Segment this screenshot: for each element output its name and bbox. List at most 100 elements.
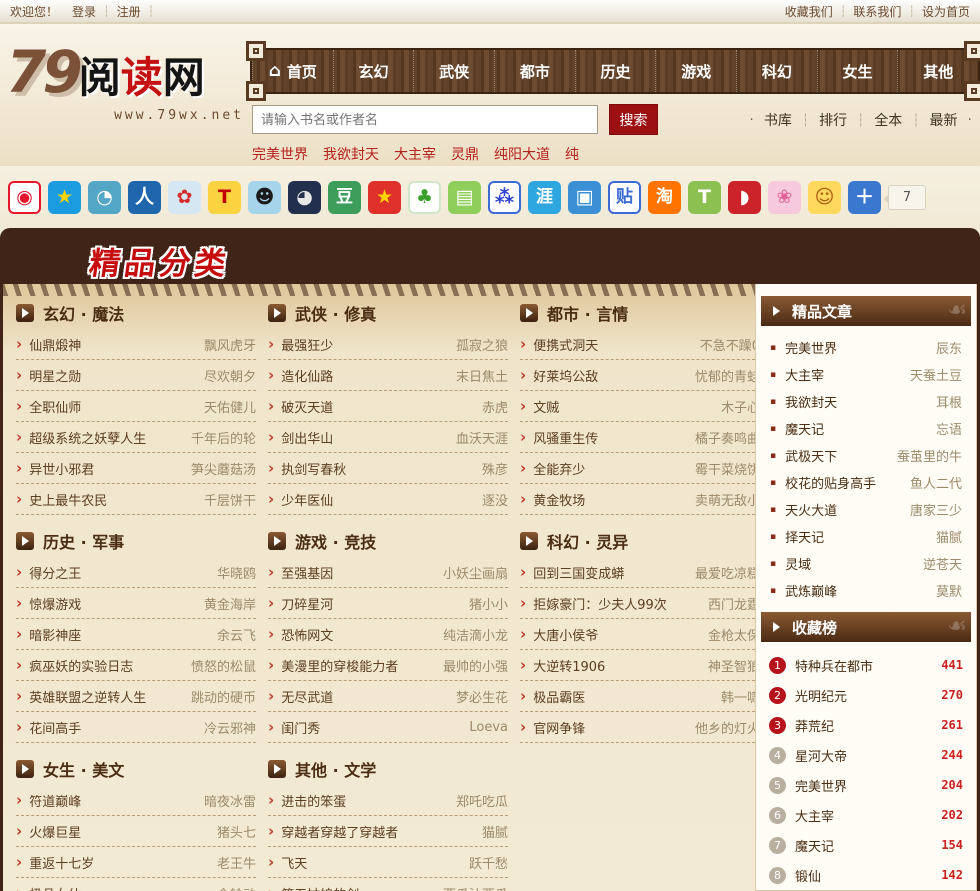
featured-link[interactable]: 天火大道 bbox=[785, 500, 910, 519]
rank-link[interactable]: 特种兵在都市 bbox=[795, 656, 941, 675]
book-link[interactable]: 得分之王 bbox=[29, 563, 211, 582]
book-link[interactable]: 全能弃少 bbox=[533, 459, 689, 478]
nav-youxi[interactable]: 游戏 bbox=[655, 50, 736, 92]
library-link[interactable]: 书库 bbox=[754, 110, 802, 130]
book-link[interactable]: 异世小邪君 bbox=[29, 459, 185, 478]
book-link[interactable]: 重返十七岁 bbox=[29, 853, 211, 872]
book-link[interactable]: 文贼 bbox=[533, 397, 715, 416]
flower-share-icon[interactable]: ❀ bbox=[768, 180, 801, 214]
book-link[interactable]: 闺门秀 bbox=[281, 718, 463, 737]
featured-link[interactable]: 魔天记 bbox=[785, 419, 936, 438]
baidu-star-icon[interactable]: ★ bbox=[368, 180, 401, 214]
book-link[interactable]: 英雄联盟之逆转人生 bbox=[29, 687, 185, 706]
book-link[interactable]: 全职仙师 bbox=[29, 397, 198, 416]
favorite-us-link[interactable]: 收藏我们 bbox=[785, 3, 833, 20]
renren-icon[interactable]: 人 bbox=[128, 180, 161, 214]
hot-link[interactable]: 完美世界 bbox=[252, 144, 308, 164]
featured-link[interactable]: 择天记 bbox=[785, 527, 936, 546]
tencent-weibo-icon[interactable]: T bbox=[208, 180, 241, 214]
book-link[interactable]: 剑出华山 bbox=[281, 428, 450, 447]
rank-link[interactable]: 光明纪元 bbox=[795, 686, 941, 705]
baidu-paw-icon[interactable]: ⁂ bbox=[488, 180, 521, 214]
hot-link[interactable]: 纯阳大道 bbox=[494, 144, 550, 164]
book-link[interactable]: 仙鼎煅神 bbox=[29, 335, 198, 354]
search-button[interactable]: 搜索 bbox=[609, 104, 658, 135]
book-link[interactable]: 至强基因 bbox=[281, 563, 437, 582]
book-link[interactable]: 执剑写春秋 bbox=[281, 459, 476, 478]
book-link[interactable]: 拒嫁豪门：少夫人99次 bbox=[533, 594, 702, 613]
nav-kehuan[interactable]: 科幻 bbox=[736, 50, 817, 92]
book-link[interactable]: 暗影神座 bbox=[29, 625, 211, 644]
login-link[interactable]: 登录 bbox=[72, 3, 96, 20]
featured-link[interactable]: 武极天下 bbox=[785, 446, 897, 465]
book-link[interactable]: 极品霸医 bbox=[533, 687, 715, 706]
book-link[interactable]: 风骚重生传 bbox=[533, 428, 689, 447]
book-link[interactable]: 无尽武道 bbox=[281, 687, 450, 706]
pengyou-icon[interactable]: T bbox=[688, 180, 721, 214]
book-link[interactable]: 美漫里的穿梭能力者 bbox=[281, 656, 437, 675]
latest-link[interactable]: 最新 bbox=[920, 110, 968, 130]
featured-link[interactable]: 完美世界 bbox=[785, 338, 936, 357]
rank-link[interactable]: 魔天记 bbox=[795, 836, 941, 855]
rank-link[interactable]: 大主宰 bbox=[795, 806, 941, 825]
sohu-weibo-icon[interactable]: ◕ bbox=[288, 180, 321, 214]
book-link[interactable]: 大唐小侯爷 bbox=[533, 625, 702, 644]
tuita-icon[interactable]: ▣ bbox=[568, 180, 601, 214]
sina-weibo-icon[interactable]: ◉ bbox=[8, 180, 41, 214]
site-logo[interactable]: 79阅读网 www.79wx.net bbox=[6, 38, 244, 123]
nav-wuxia[interactable]: 武侠 bbox=[413, 50, 494, 92]
book-link[interactable]: 便携式洞天 bbox=[533, 335, 694, 354]
set-homepage-link[interactable]: 设为首页 bbox=[922, 3, 970, 20]
douban-icon[interactable]: 豆 bbox=[328, 180, 361, 214]
book-link[interactable]: 飞天 bbox=[281, 853, 463, 872]
featured-link[interactable]: 武炼巅峰 bbox=[785, 581, 936, 600]
book-link[interactable]: 极品女仙 bbox=[29, 884, 211, 891]
book-link[interactable]: 回到三国变成蟒 bbox=[533, 563, 689, 582]
book-link[interactable]: 惊爆游戏 bbox=[29, 594, 198, 613]
rank-link[interactable]: 莽荒纪 bbox=[795, 716, 941, 735]
qq-icon[interactable]: ☻ bbox=[248, 180, 281, 214]
book-link[interactable]: 超级系统之妖孽人生 bbox=[29, 428, 185, 447]
book-link[interactable]: 史上最牛农民 bbox=[29, 490, 198, 509]
search-input[interactable] bbox=[252, 105, 598, 134]
nav-xuanhuan[interactable]: 玄幻 bbox=[332, 50, 414, 92]
hot-link[interactable]: 大主宰 bbox=[394, 144, 436, 164]
kaixin-clover-icon[interactable]: ♣ bbox=[408, 180, 441, 214]
taobao-icon[interactable]: 淘 bbox=[648, 180, 681, 214]
book-link[interactable]: 符道巅峰 bbox=[29, 791, 198, 810]
featured-link[interactable]: 我欲封天 bbox=[785, 392, 936, 411]
rank-link[interactable]: 星河大帝 bbox=[795, 746, 941, 765]
nav-nvsheng[interactable]: 女生 bbox=[816, 50, 898, 92]
book-link[interactable]: 黄金牧场 bbox=[533, 490, 689, 509]
featured-link[interactable]: 灵域 bbox=[785, 554, 923, 573]
book-link[interactable]: 恐怖网文 bbox=[281, 625, 437, 644]
baidu-bubble-icon[interactable]: ◔ bbox=[88, 180, 121, 214]
book-link[interactable]: 最强狂少 bbox=[281, 335, 450, 354]
book-link[interactable]: 官网争锋 bbox=[533, 718, 689, 737]
fanfou-icon[interactable]: ✿ bbox=[168, 180, 201, 214]
contact-us-link[interactable]: 联系我们 bbox=[853, 3, 901, 20]
qzone-icon[interactable]: ★ bbox=[48, 180, 81, 214]
hot-link[interactable]: 灵鼎 bbox=[451, 144, 479, 164]
tieba-icon[interactable]: 贴 bbox=[608, 180, 641, 214]
book-link[interactable]: 花间高手 bbox=[29, 718, 198, 737]
register-link[interactable]: 注册 bbox=[117, 3, 141, 20]
rank-link[interactable]: 锻仙 bbox=[795, 866, 941, 885]
hot-link[interactable]: 纯 bbox=[565, 144, 579, 164]
featured-link[interactable]: 大主宰 bbox=[785, 365, 910, 384]
rank-link[interactable]: 完美世界 bbox=[795, 776, 941, 795]
book-link[interactable]: 穿越者穿越了穿越者 bbox=[281, 822, 476, 841]
mailu-icon[interactable]: ▤ bbox=[448, 180, 481, 214]
rank-link[interactable]: 排行 bbox=[809, 110, 857, 130]
book-link[interactable]: 疯巫妖的实验日志 bbox=[29, 656, 185, 675]
nav-lishi[interactable]: 历史 bbox=[574, 50, 656, 92]
book-link[interactable]: 破灭天道 bbox=[281, 397, 476, 416]
nav-dushi[interactable]: 都市 bbox=[494, 50, 575, 92]
featured-link[interactable]: 校花的贴身高手 bbox=[785, 473, 910, 492]
book-link[interactable]: 好莱坞公敌 bbox=[533, 366, 689, 385]
book-link[interactable]: 造化仙路 bbox=[281, 366, 450, 385]
book-link[interactable]: 火爆巨星 bbox=[29, 822, 211, 841]
tianya-icon[interactable]: 涯 bbox=[528, 180, 561, 214]
book-link[interactable]: 大逆转1906 bbox=[533, 656, 702, 675]
book-link[interactable]: 进击的笨蛋 bbox=[281, 791, 450, 810]
